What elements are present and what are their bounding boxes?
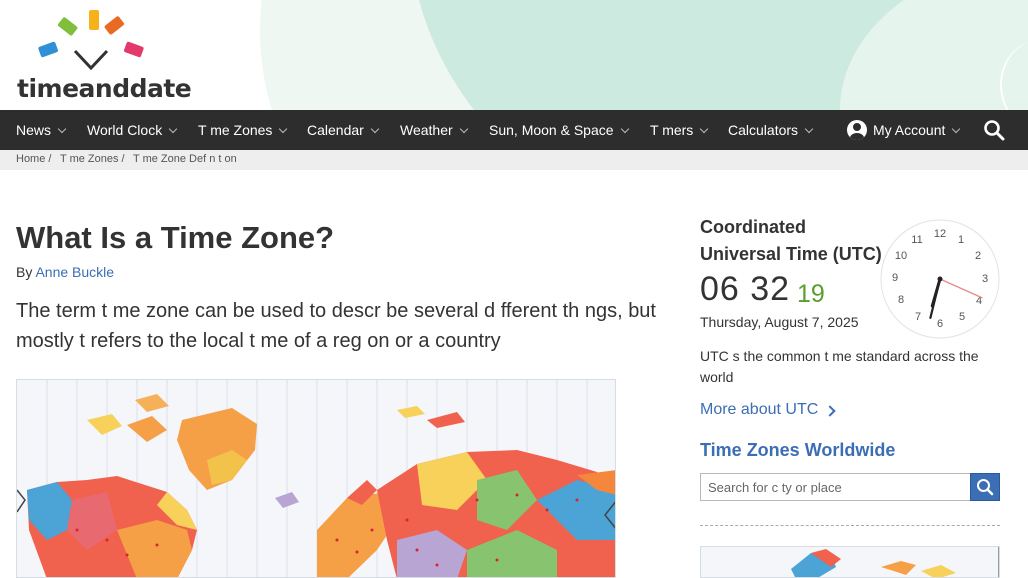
search-icon[interactable] (982, 118, 1006, 142)
breadcrumb-time-zones[interactable]: T me Zones / (60, 153, 125, 165)
clock-number: 7 (915, 311, 921, 323)
logo-text: timeanddate (17, 74, 192, 103)
utc-time: 06 32 (700, 270, 791, 308)
search-icon (977, 479, 994, 496)
clock-number: 9 (892, 272, 898, 284)
time-zone-map (16, 379, 616, 578)
chevron-down-icon (370, 124, 380, 134)
nav-item-weather[interactable]: Weather (400, 110, 468, 150)
clock-center (937, 276, 943, 282)
logo-mark-icon (38, 10, 144, 71)
chevron-down-icon (57, 124, 67, 134)
world-map-graphic (17, 380, 615, 577)
clock-number: 12 (934, 228, 946, 240)
utc-description: UTC s the common t me standard across th… (700, 348, 979, 385)
clock-number: 3 (982, 273, 988, 285)
clock-number: 5 (959, 311, 965, 323)
nav-item-world-clock[interactable]: World Clock (87, 110, 178, 150)
analog-clock: 12 1 2 3 4 5 6 7 8 9 10 11 (880, 219, 1000, 339)
chevron-down-icon (279, 124, 288, 134)
nav-label: Calendar (307, 122, 364, 138)
time-zones-worldwide-heading: Time Zones Worldwide (700, 440, 896, 460)
author-link[interactable]: Anne Buckle (35, 264, 114, 280)
clock-number: 6 (937, 318, 943, 330)
clock-number: 8 (898, 294, 904, 306)
nav-label: T mers (650, 122, 694, 138)
account-icon (847, 120, 867, 141)
breadcrumb-current: T me Zone Def n t on (133, 153, 237, 165)
site-logo[interactable]: timeanddate (17, 8, 192, 103)
chevron-down-icon (459, 124, 468, 134)
byline-prefix: By (16, 264, 33, 280)
chevron-down-icon (952, 124, 961, 134)
nav-label: Sun, Moon & Space (489, 122, 614, 138)
breadcrumb-home[interactable]: Home / (16, 153, 51, 165)
nav-label: News (16, 122, 52, 138)
link-label: More about UTC (700, 401, 819, 418)
lead-paragraph: The term t me zone can be used to descr … (16, 300, 656, 352)
clock-number: 10 (895, 250, 907, 262)
mini-map-graphic (791, 547, 999, 577)
main-nav: News World Clock T me Zones Calendar Wea… (0, 110, 1028, 150)
nav-item-calendar[interactable]: Calendar (307, 110, 380, 150)
nav-item-time-zones[interactable]: T me Zones (198, 110, 288, 150)
nav-item-calculators[interactable]: Calculators (728, 110, 814, 150)
utc-seconds: 19 (797, 280, 825, 308)
clock-number: 11 (911, 234, 922, 246)
byline: By Anne Buckle (16, 264, 114, 280)
nav-item-sun-moon-space[interactable]: Sun, Moon & Space (489, 110, 629, 150)
utc-date: Thursday, August 7, 2025 (700, 314, 859, 330)
nav-label: My Account (873, 122, 946, 138)
chevron-down-icon (168, 124, 178, 134)
chevron-right-icon (824, 405, 836, 417)
nav-label: T me Zones (198, 122, 273, 138)
site-header: timeanddate (0, 0, 1028, 110)
nav-item-my-account[interactable]: My Account (847, 110, 961, 150)
mini-time-zone-map[interactable] (700, 546, 1000, 578)
chevron-down-icon (700, 124, 709, 134)
clock-number: 1 (958, 234, 964, 246)
clock-number: 2 (975, 250, 981, 262)
breadcrumb: Home / T me Zones / T me Zone Def n t on (0, 150, 1028, 170)
utc-heading: Coordinated Universal Time (UTC) (700, 217, 882, 264)
nav-label: World Clock (87, 122, 163, 138)
nav-item-news[interactable]: News (16, 110, 67, 150)
chevron-down-icon (804, 124, 814, 134)
page-title: What Is a Time Zone? (16, 220, 335, 255)
nav-item-timers[interactable]: T mers (650, 110, 709, 150)
divider (700, 525, 1000, 526)
more-about-utc-link[interactable]: More about UTC (700, 401, 836, 419)
nav-label: Weather (400, 122, 453, 138)
city-search-button[interactable] (970, 473, 1000, 501)
chevron-down-icon (620, 124, 629, 134)
nav-label: Calculators (728, 122, 799, 138)
city-search-input[interactable] (700, 473, 971, 501)
